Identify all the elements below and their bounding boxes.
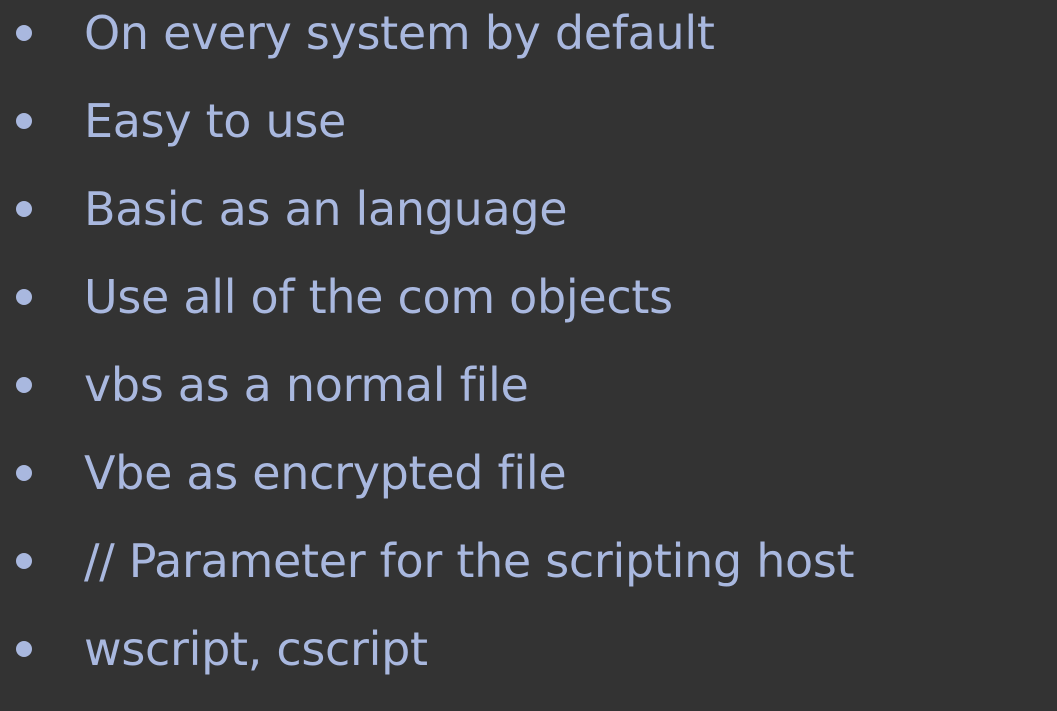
bullet-item: Vbe as encrypted file	[0, 435, 1057, 523]
bullet-item: Use all of the com objects	[0, 259, 1057, 347]
bullet-text: Vbe as encrypted file	[84, 446, 567, 500]
bullet-dot-icon	[16, 641, 32, 657]
bullet-dot-icon	[16, 289, 32, 305]
bullet-text: On every system by default	[84, 6, 715, 60]
bullet-text: vbs as a normal file	[84, 358, 529, 412]
bullet-text: Easy to use	[84, 94, 346, 148]
bullet-text: Basic as an language	[84, 182, 568, 236]
bullet-item: vbs as a normal file	[0, 347, 1057, 435]
bullet-dot-icon	[16, 465, 32, 481]
bullet-text: Use all of the com objects	[84, 270, 673, 324]
bullet-text: wscript, cscript	[84, 622, 428, 676]
bullet-item: Easy to use	[0, 83, 1057, 171]
bullet-item: On every system by default	[0, 0, 1057, 83]
bullet-text: // Parameter for the scripting host	[84, 534, 855, 588]
bullet-item: wscript, cscript	[0, 611, 1057, 699]
bullet-item: Basic as an language	[0, 171, 1057, 259]
bullet-dot-icon	[16, 201, 32, 217]
bullet-dot-icon	[16, 25, 32, 41]
bullet-dot-icon	[16, 113, 32, 129]
bullet-dot-icon	[16, 377, 32, 393]
slide: On every system by default Easy to use B…	[0, 0, 1057, 711]
bullet-item: // Parameter for the scripting host	[0, 523, 1057, 611]
bullet-dot-icon	[16, 553, 32, 569]
